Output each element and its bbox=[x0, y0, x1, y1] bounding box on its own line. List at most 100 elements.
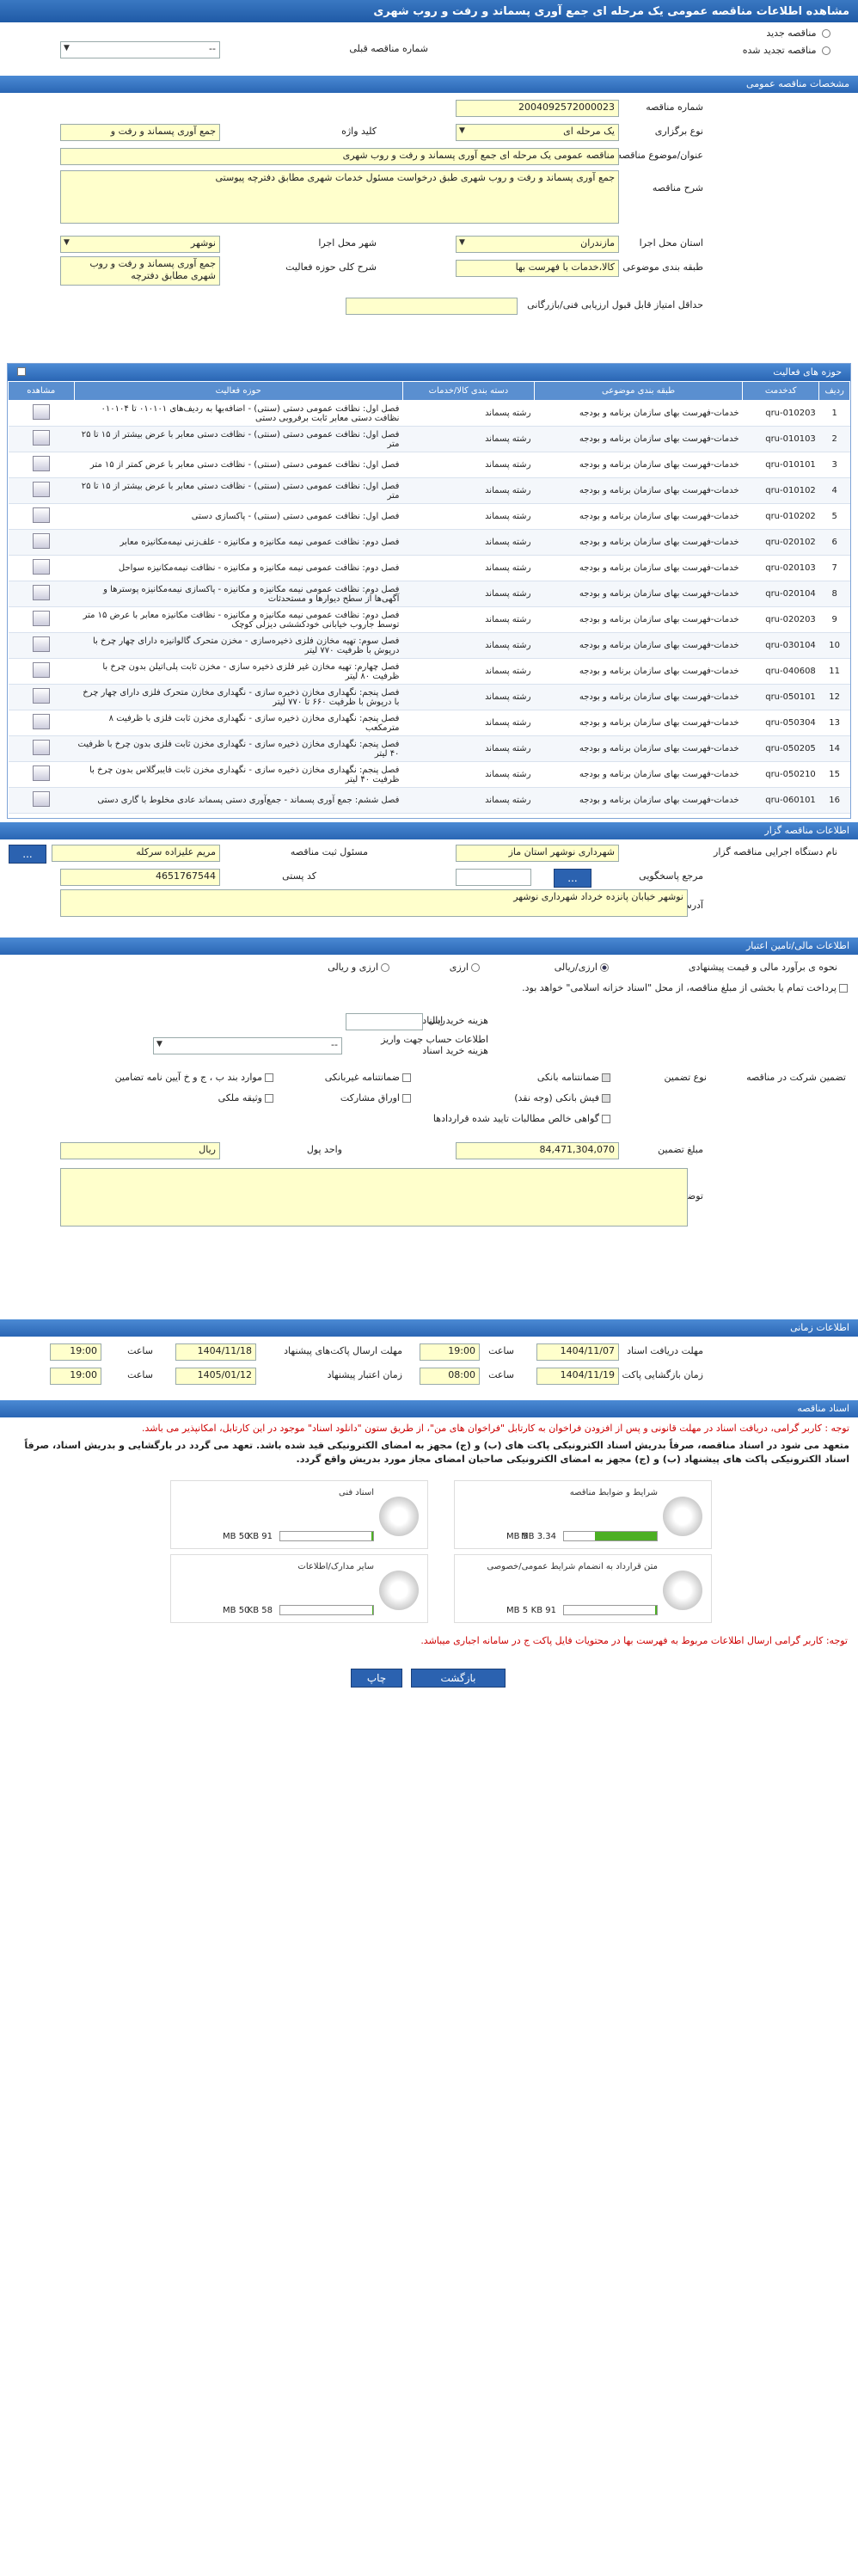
table-cell: رشته پسماند bbox=[402, 452, 535, 478]
table-cell: رشته پسماند bbox=[402, 761, 535, 788]
postal-field: 4651767544 bbox=[60, 869, 220, 886]
table-row: 5 qru-010202 خدمات-فهرست بهای سازمان برنام… bbox=[8, 503, 850, 530]
estimate-label: نحوه ی برآورد مالی و قیمت پیشنهادی bbox=[688, 962, 837, 973]
view-icon[interactable] bbox=[32, 791, 50, 807]
back-button[interactable]: بازگشت bbox=[411, 1669, 506, 1688]
view-icon[interactable] bbox=[32, 456, 50, 471]
general-area: شماره مناقصه 2004092572000023 نوع برگزار… bbox=[0, 93, 858, 360]
opt-fx-radio[interactable] bbox=[471, 963, 480, 972]
min-score-field bbox=[346, 298, 518, 315]
prev-number-label: شماره مناقصه قبلی bbox=[349, 43, 428, 54]
province-select[interactable]: مازندران ▼ bbox=[456, 236, 619, 253]
notes-field bbox=[60, 1168, 688, 1227]
ref-dots-button[interactable]: ... bbox=[554, 869, 591, 888]
items-col-header: مشاهده bbox=[8, 381, 75, 401]
view-icon[interactable] bbox=[32, 404, 50, 420]
table-cell: 1 bbox=[818, 400, 850, 427]
table-cell: 9 bbox=[818, 606, 850, 633]
view-icon[interactable] bbox=[32, 585, 50, 600]
view-icon[interactable] bbox=[32, 430, 50, 446]
table-cell: خدمات-فهرست بهای سازمان برنامه و بودجه bbox=[534, 684, 743, 710]
new-tender-radio[interactable] bbox=[822, 29, 830, 38]
g-receipt-check[interactable] bbox=[265, 1073, 273, 1082]
validity-label: زمان اعتبار پیشنهاد bbox=[327, 1369, 402, 1380]
open-date: 1404/11/19 bbox=[536, 1368, 619, 1385]
table-cell: qru-050210 bbox=[742, 761, 819, 788]
table-cell: 15 bbox=[818, 761, 850, 788]
page-title: مشاهده اطلاعات مناقصه عمومی یک مرحله ای … bbox=[0, 0, 858, 22]
view-icon[interactable] bbox=[32, 740, 50, 755]
view-icon[interactable] bbox=[32, 482, 50, 497]
account-select[interactable]: -- ▼ bbox=[153, 1037, 342, 1054]
table-cell: 13 bbox=[818, 710, 850, 736]
view-icon[interactable] bbox=[32, 611, 50, 626]
opt-currency-radio[interactable] bbox=[600, 963, 609, 972]
view-icon[interactable] bbox=[32, 765, 50, 781]
activity-label: شرح کلی حوزه فعالیت bbox=[285, 261, 377, 273]
renewed-tender-radio[interactable] bbox=[822, 46, 830, 55]
doc-technical[interactable]: اسناد فنی 91 KB 50 MB bbox=[170, 1480, 428, 1549]
province-label: استان محل اجرا bbox=[639, 237, 703, 249]
contact-dots-button[interactable]: ... bbox=[9, 845, 46, 864]
table-cell: خدمات-فهرست بهای سازمان برنامه و بودجه bbox=[534, 400, 743, 427]
table-cell: خدمات-فهرست بهای سازمان برنامه و بودجه bbox=[534, 581, 743, 607]
new-tender-label: مناقصه جدید bbox=[766, 28, 817, 39]
items-col-header: حوزه فعالیت bbox=[73, 381, 403, 401]
section-organizer: اطلاعات مناقصه گزار bbox=[0, 822, 858, 839]
view-icon[interactable] bbox=[32, 714, 50, 729]
view-icon[interactable] bbox=[32, 507, 50, 523]
table-cell: 7 bbox=[818, 555, 850, 581]
validity-date: 1405/01/12 bbox=[175, 1368, 256, 1385]
doc-contract[interactable]: متن قرارداد به انضمام شرایط عمومی/خصوصی … bbox=[454, 1554, 712, 1623]
number-label: شماره مناقصه bbox=[646, 101, 703, 113]
table-cell: 10 bbox=[818, 632, 850, 659]
address-field: نوشهر خیابان پانزده خرداد شهرداری نوشهر bbox=[60, 889, 688, 917]
type-select[interactable]: یک مرحله ای ▼ bbox=[456, 124, 619, 141]
docs-grid: شرایط و ضوابط مناقصه 3.34 MB 5 MB اسناد … bbox=[0, 1472, 858, 1626]
doc-other[interactable]: سایر مدارک/اطلاعات 58 KB 50 MB bbox=[170, 1554, 428, 1623]
collapse-toggle[interactable] bbox=[17, 367, 26, 376]
print-button[interactable]: چاپ bbox=[351, 1669, 402, 1688]
guarantee-commit-label: تضمین شرکت در مناقصه bbox=[746, 1072, 846, 1083]
view-icon[interactable] bbox=[32, 559, 50, 575]
view-icon[interactable] bbox=[32, 636, 50, 652]
submit-time-label: ساعت bbox=[127, 1345, 153, 1356]
opt-currency-label: ارزی/ریالی bbox=[554, 962, 598, 973]
table-cell: qru-060101 bbox=[742, 787, 819, 814]
docs-warning-2: متعهد می شود در اسناد مناقصه، صرفاً بدری… bbox=[24, 1440, 849, 1465]
view-icon[interactable] bbox=[32, 662, 50, 678]
view-cell bbox=[8, 735, 75, 762]
table-cell: رشته پسماند bbox=[402, 632, 535, 659]
partial-treasury-check[interactable] bbox=[839, 984, 848, 993]
doc-contract-bar bbox=[563, 1605, 658, 1615]
g-nonbank-check[interactable] bbox=[402, 1073, 411, 1082]
g-check-check[interactable] bbox=[602, 1094, 610, 1103]
view-icon[interactable] bbox=[32, 688, 50, 704]
table-cell: 16 bbox=[818, 787, 850, 814]
doc-conditions[interactable]: شرایط و ضوابط مناقصه 3.34 MB 5 MB bbox=[454, 1480, 712, 1549]
table-cell: qru-050101 bbox=[742, 684, 819, 710]
prev-number-select[interactable]: -- ▼ bbox=[60, 41, 220, 58]
items-header-row: ردیف کدخدمت طبقه بندی موضوعی دسته بندی کالا… bbox=[8, 381, 850, 401]
g-bank-check[interactable] bbox=[602, 1073, 610, 1082]
g-certificate-check[interactable] bbox=[602, 1115, 610, 1123]
amount-label: مبلغ تضمین bbox=[658, 1144, 703, 1155]
items-table: ردیف کدخدمت طبقه بندی موضوعی دسته بندی کالا… bbox=[8, 381, 850, 814]
table-row: 8 qru-020104 خدمات-فهرست بهای سازمان برنام… bbox=[8, 581, 850, 607]
table-cell: رشته پسماند bbox=[402, 735, 535, 762]
table-cell: رشته پسماند bbox=[402, 555, 535, 581]
section-docs: اسناد مناقصه bbox=[0, 1400, 858, 1417]
view-cell bbox=[8, 761, 75, 788]
view-cell bbox=[8, 684, 75, 710]
opt-rial-radio[interactable] bbox=[381, 963, 389, 972]
table-cell: qru-040608 bbox=[742, 658, 819, 685]
items-col-header: طبقه بندی موضوعی bbox=[533, 381, 744, 401]
g-securities-check[interactable] bbox=[402, 1094, 411, 1103]
table-cell: رشته پسماند bbox=[402, 400, 535, 427]
city-select[interactable]: نوشهر ▼ bbox=[60, 236, 220, 253]
g-property-check[interactable] bbox=[265, 1094, 273, 1103]
validity-time: 19:00 bbox=[50, 1368, 101, 1385]
table-row: 3 qru-010101 خدمات-فهرست بهای سازمان برنام… bbox=[8, 452, 850, 478]
table-row: 7 qru-020103 خدمات-فهرست بهای سازمان برنام… bbox=[8, 555, 850, 581]
view-icon[interactable] bbox=[32, 533, 50, 549]
